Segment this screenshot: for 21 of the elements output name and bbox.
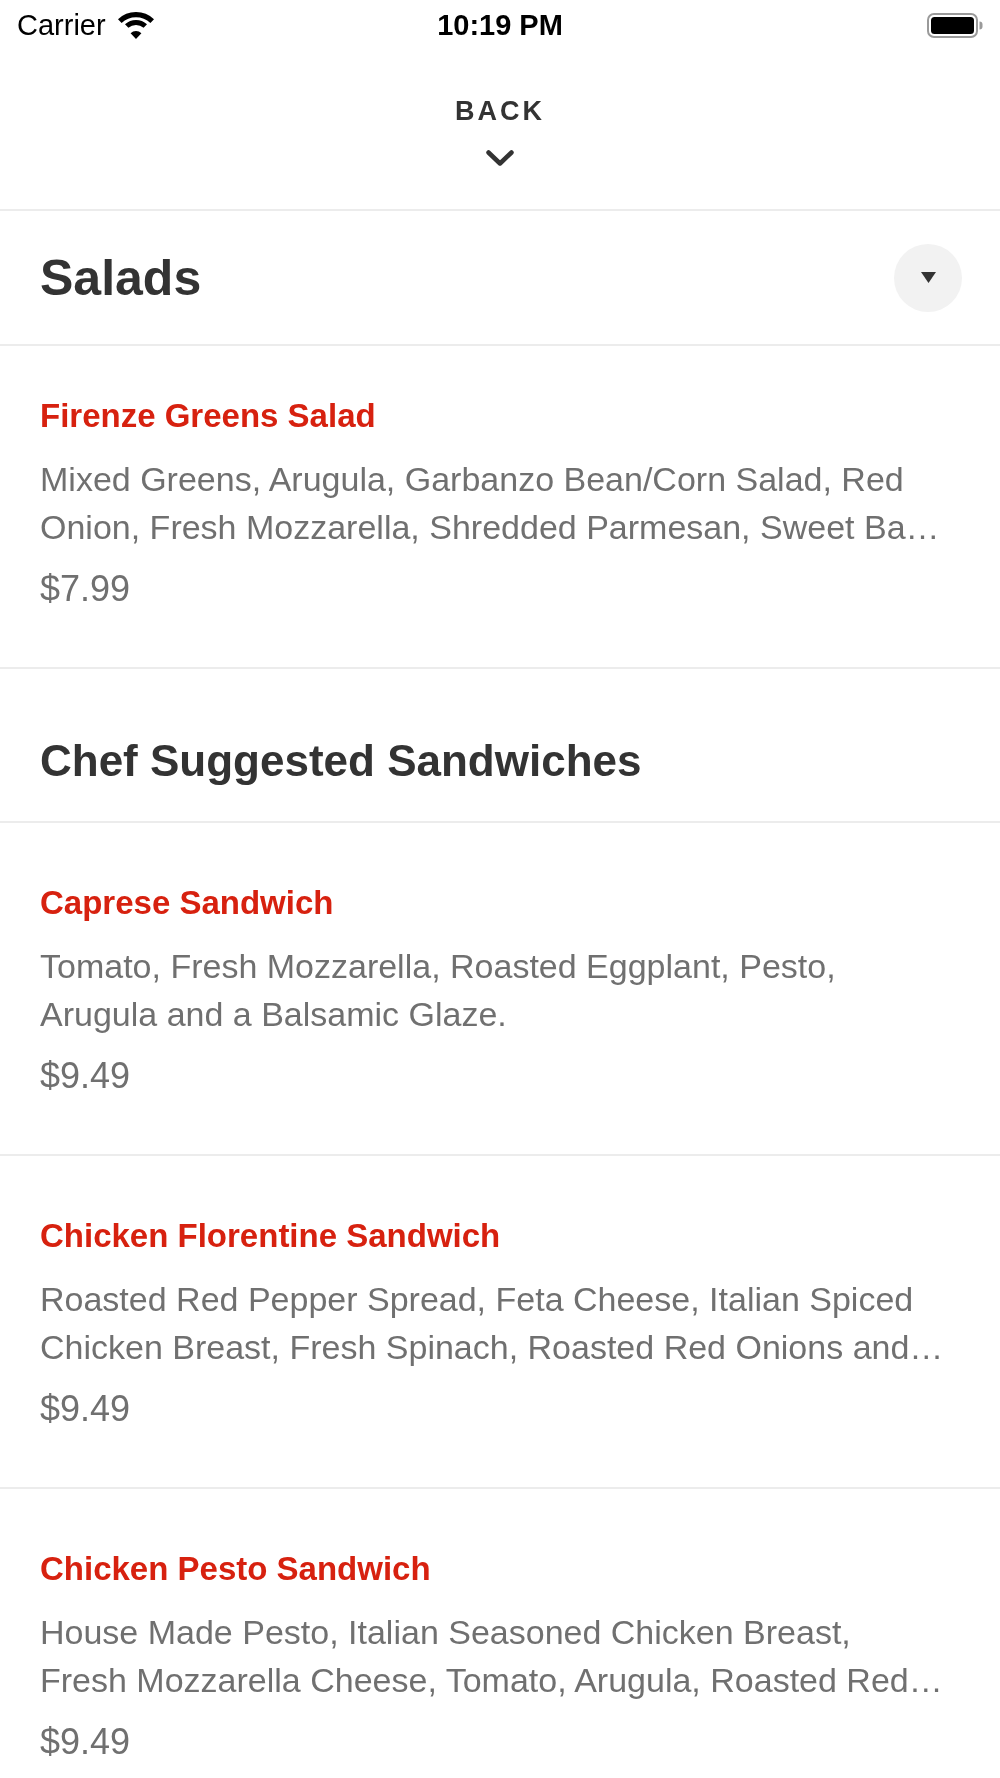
item-name: Firenze Greens Salad [40,396,376,436]
item-name: Chicken Florentine Sandwich [40,1216,501,1256]
section-heading: Chef Suggested Sandwiches [40,739,642,783]
caret-icon [920,272,936,283]
wifi-icon [117,11,154,39]
item-description: House Made Pesto, Italian Seasoned Chicken Breast, Fresh Mozzarella Cheese, Tomato, Arugula, Roasted Red… [40,1612,944,1701]
category-title: Salads [40,249,202,306]
item-name: Caprese Sandwich [40,883,334,923]
battery-icon [927,12,983,38]
item-price: $9.49 [40,1387,131,1431]
time-label: 10:19 PM [437,8,563,42]
back-button[interactable]: BACK [455,96,545,167]
carrier-label: Carrier [17,8,106,42]
item-name: Chicken Pesto Sandwich [40,1549,431,1589]
item-price: $9.49 [40,1054,131,1098]
item-description: Mixed Greens, Arugula, Garbanzo Bean/Corn Salad, Red Onion, Fresh Mozzarella, Shredded Parmesan, Sweet Ba… [40,459,941,548]
item-description: Tomato, Fresh Mozzarella, Roasted Eggplant, Pesto, Arugula and a Balsamic Glaze. [40,946,837,1035]
chevron-down-icon [486,150,514,167]
item-description: Roasted Red Pepper Spread, Feta Cheese, Italian Spiced Chicken Breast, Fresh Spinach, Roasted Red Onions and… [40,1279,944,1368]
item-price: $7.99 [40,567,131,611]
item-price: $9.49 [40,1720,131,1764]
